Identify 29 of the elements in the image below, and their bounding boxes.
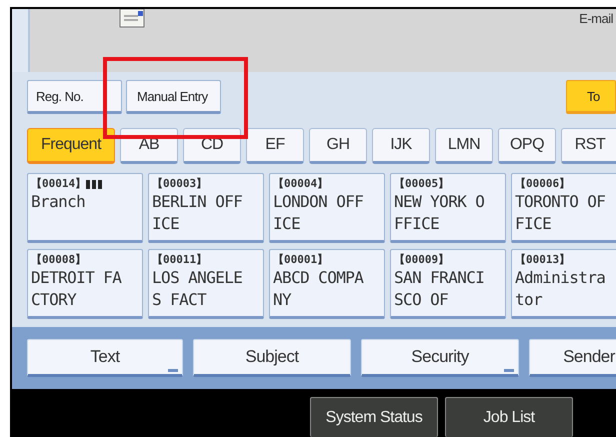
destination-key[interactable]: 【00011】 LOS ANGELE S FACT (148, 249, 264, 319)
index-tab[interactable]: EF (246, 128, 304, 164)
destination-key[interactable]: 【00014】 Branch (27, 173, 143, 243)
destination-key[interactable]: 【00013】 Administra tor (511, 249, 616, 319)
index-tab[interactable]: Frequent (27, 128, 115, 164)
entry-button[interactable]: Reg. No. (27, 80, 122, 114)
index-tab[interactable]: LMN (435, 128, 493, 164)
option-button[interactable]: Sender (529, 339, 616, 377)
status-button[interactable]: System Status (310, 397, 438, 437)
destination-key[interactable]: 【00001】 ABCD COMPA NY (269, 249, 385, 319)
destination-key[interactable]: 【00009】 SAN FRANCI SCO OF (390, 249, 506, 319)
entry-button[interactable]: Manual Entry (126, 80, 221, 114)
destination-key[interactable]: 【00008】 DETROIT FA CTORY (27, 249, 143, 319)
more-icon (168, 369, 178, 372)
destination-key[interactable]: 【00004】 LONDON OFF ICE (269, 173, 385, 243)
index-tab[interactable]: IJK (372, 128, 430, 164)
more-icon (504, 369, 514, 372)
destination-key[interactable]: 【00006】 TORONTO OF FICE (511, 173, 616, 243)
option-button[interactable]: Subject (193, 339, 351, 377)
destination-key[interactable]: 【00005】 NEW YORK O FFICE (390, 173, 506, 243)
option-button[interactable]: Text (27, 339, 183, 377)
to-button[interactable]: To (566, 80, 616, 114)
index-tab[interactable]: OPQ (498, 128, 556, 164)
status-button[interactable]: Job List (445, 397, 573, 437)
index-tab[interactable]: GH (309, 128, 367, 164)
index-tab[interactable]: RST (561, 128, 616, 164)
destination-key[interactable]: 【00003】 BERLIN OFF ICE (148, 173, 264, 243)
option-button[interactable]: Security (361, 339, 519, 377)
email-label: E-mail (579, 10, 613, 26)
